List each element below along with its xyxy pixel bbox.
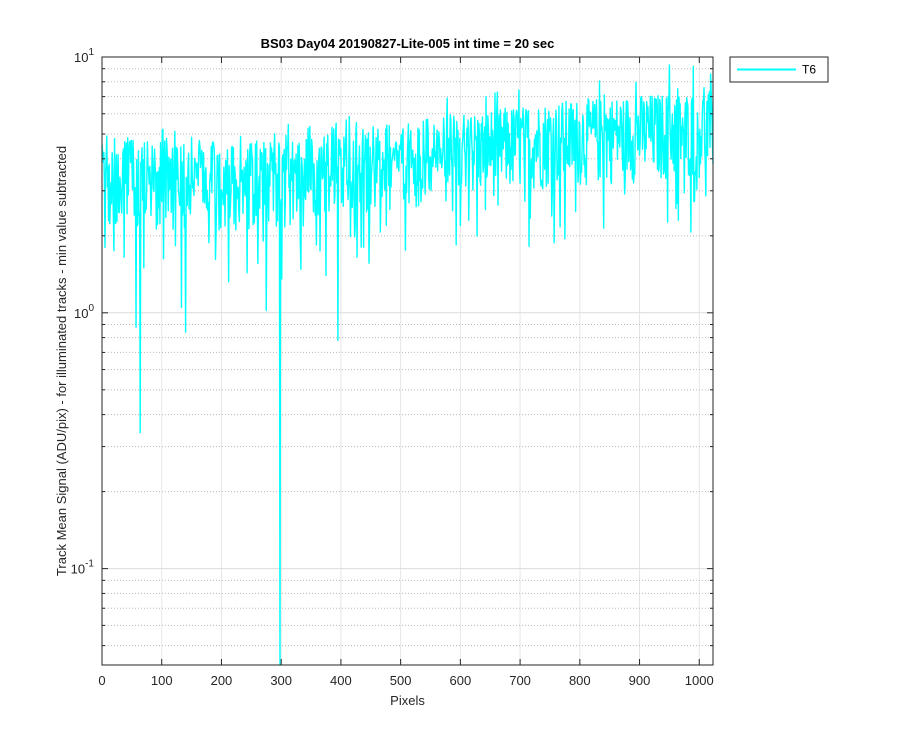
series-area <box>101 64 714 666</box>
x-tick-label: 800 <box>569 673 591 688</box>
x-tick-label: 0 <box>98 673 105 688</box>
x-tick-label: 500 <box>390 673 412 688</box>
y-tick-label: 101 <box>74 47 94 65</box>
legend[interactable]: T6 <box>729 56 829 83</box>
x-tick-label: 200 <box>211 673 233 688</box>
legend-label-t6: T6 <box>802 63 816 77</box>
x-tick-label: 700 <box>509 673 531 688</box>
x-tick-label: 1000 <box>685 673 714 688</box>
y-tick-label: 100 <box>74 303 94 321</box>
chart: 0 100 200 300 400 500 600 700 800 900 1000 10-1 100 1… <box>54 36 829 708</box>
x-tick-label: 400 <box>330 673 352 688</box>
x-tick-label: 900 <box>629 673 651 688</box>
x-tick-label: 300 <box>270 673 292 688</box>
x-tick-label: 100 <box>151 673 173 688</box>
x-tick-label: 600 <box>450 673 472 688</box>
x-axis-label: Pixels <box>390 693 425 708</box>
y-axis-label: Track Mean Signal (ADU/pix) - for illumi… <box>54 146 69 576</box>
chart-title: BS03 Day04 20190827-Lite-005 int time = … <box>261 36 555 51</box>
y-tick-label: 10-1 <box>71 559 95 577</box>
series-line-t6 <box>101 64 714 666</box>
